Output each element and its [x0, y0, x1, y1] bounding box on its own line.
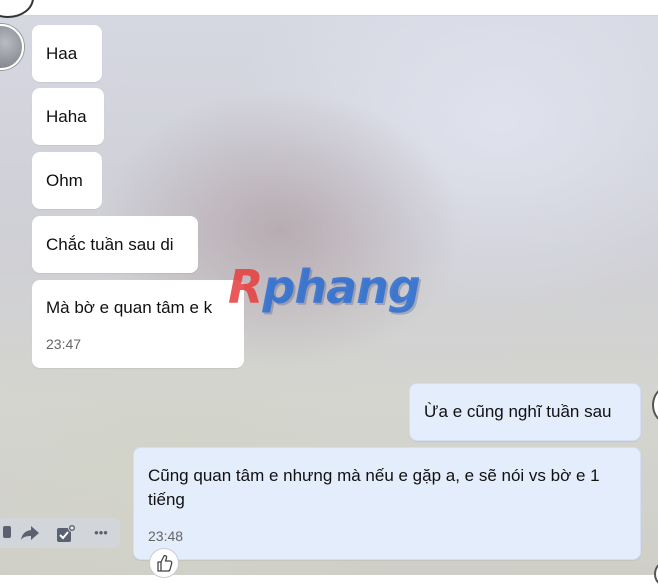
reply-icon[interactable]: [0, 524, 18, 542]
message-timestamp: 23:47: [46, 336, 82, 352]
message-timestamp: 23:48: [148, 528, 184, 544]
message-bubble-received[interactable]: Ohm: [32, 152, 102, 209]
watermark-letter: R: [228, 260, 263, 314]
more-icon[interactable]: •••: [88, 524, 114, 542]
watermark-text: phang: [262, 260, 420, 314]
message-bubble-received[interactable]: Mà bờ e quan tâm e k 23:47: [32, 280, 244, 368]
message-text: Mà bờ e quan tâm e k: [46, 298, 213, 317]
message-text: Ohm: [46, 171, 83, 190]
message-bubble-received[interactable]: Haha: [32, 88, 104, 145]
header-avatar[interactable]: [0, 0, 34, 18]
message-text: Haha: [46, 107, 87, 126]
message-action-toolbar: •••: [0, 518, 120, 548]
watermark-logo: Rphang: [228, 259, 428, 315]
header-bar: [0, 0, 658, 18]
message-text: Ừa e cũng nghĩ tuần sau: [424, 402, 612, 421]
message-bubble-received[interactable]: Chắc tuần sau di: [32, 216, 198, 273]
thumbs-up-icon[interactable]: [149, 548, 179, 578]
message-bubble-received[interactable]: Haa: [32, 25, 102, 82]
task-icon[interactable]: [55, 524, 76, 542]
message-text: Cũng quan tâm e nhưng mà nếu e gặp a, e …: [148, 466, 600, 509]
message-text: Haa: [46, 44, 78, 63]
forward-icon[interactable]: [20, 524, 40, 542]
message-bubble-sent[interactable]: Cũng quan tâm e nhưng mà nếu e gặp a, e …: [133, 447, 641, 560]
message-text: Chắc tuần sau di: [46, 235, 174, 254]
message-bubble-sent[interactable]: Ừa e cũng nghĩ tuần sau: [409, 383, 641, 441]
